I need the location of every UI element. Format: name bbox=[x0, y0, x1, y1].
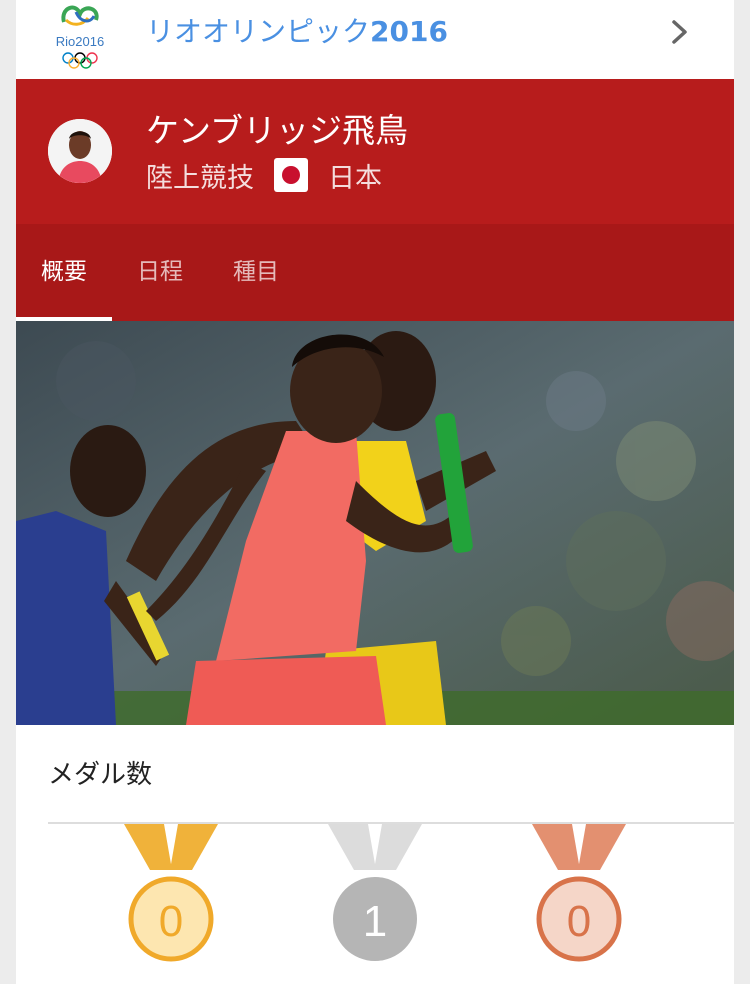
silver-medal: 1 bbox=[320, 824, 430, 964]
tab-events[interactable]: 種目 bbox=[208, 224, 304, 321]
tab-overview[interactable]: 概要 bbox=[16, 224, 112, 321]
athlete-name: ケンブリッジ飛鳥 bbox=[146, 111, 409, 150]
gold-medal: 0 bbox=[116, 824, 226, 964]
bronze-medal: 0 bbox=[524, 824, 634, 964]
silver-count: 1 bbox=[363, 897, 387, 946]
olympics-title-year: 2016 bbox=[370, 15, 448, 48]
medal-count-title: メダル数 bbox=[48, 760, 153, 790]
olympics-title-prefix: リオオリンピック bbox=[146, 15, 371, 48]
tab-bar: 概要 日程 種目 bbox=[16, 224, 734, 321]
olympics-title[interactable]: リオオリンピック2016 bbox=[146, 12, 448, 52]
tab-schedule[interactable]: 日程 bbox=[112, 224, 208, 321]
avatar bbox=[48, 119, 112, 183]
athlete-card: Rio2016 リオオリンピック2016 ケンブリッジ飛鳥 陸上競技 日本 概要… bbox=[16, 0, 734, 984]
athlete-header: ケンブリッジ飛鳥 陸上競技 日本 bbox=[16, 79, 734, 224]
olympics-header[interactable]: Rio2016 リオオリンピック2016 bbox=[16, 0, 734, 79]
japan-flag-icon bbox=[274, 158, 308, 192]
athlete-sport: 陸上競技 bbox=[146, 162, 254, 194]
chevron-right-icon[interactable] bbox=[668, 18, 692, 46]
rio2016-logo: Rio2016 bbox=[56, 5, 104, 69]
svg-text:Rio2016: Rio2016 bbox=[56, 34, 104, 49]
bronze-count: 0 bbox=[567, 897, 591, 946]
hero-image bbox=[16, 321, 734, 725]
athlete-country: 日本 bbox=[328, 162, 382, 194]
gold-count: 0 bbox=[159, 897, 183, 946]
athlete-meta: 陸上競技 日本 bbox=[146, 155, 382, 195]
